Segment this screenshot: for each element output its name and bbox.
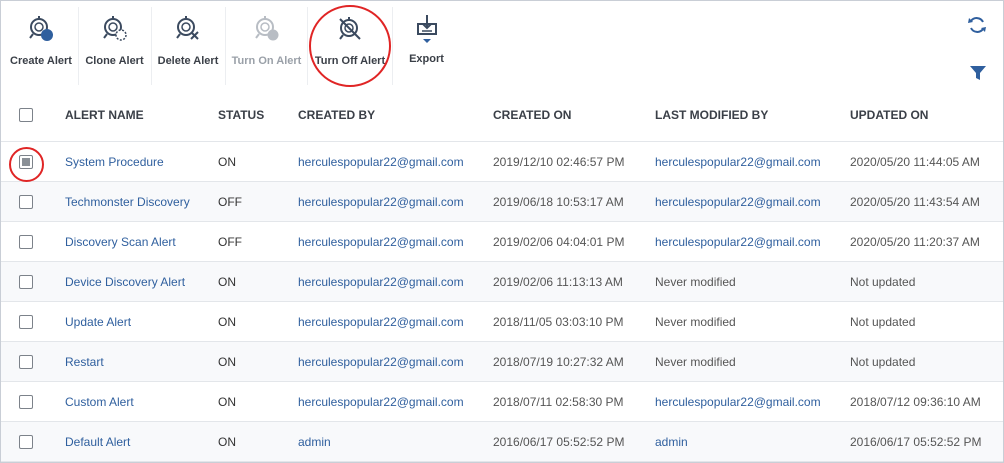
- created-by-link[interactable]: herculespopular22@gmail.com: [298, 195, 464, 209]
- table-body: System Procedure ON herculespopular22@gmai…: [1, 141, 1003, 462]
- turn-off-alert-icon: [336, 15, 364, 43]
- created-on-cell: 2018/11/05 03:03:10 PM: [493, 301, 655, 342]
- created-on-cell: 2016/06/17 05:52:52 PM: [493, 421, 655, 462]
- updated-on-cell: 2020/05/20 11:44:05 AM: [850, 141, 1003, 182]
- alert-name-link[interactable]: Device Discovery Alert: [65, 275, 185, 289]
- created-by-link[interactable]: herculespopular22@gmail.com: [298, 395, 464, 409]
- column-header-alert-name[interactable]: ALERT NAME: [53, 89, 218, 142]
- table-row[interactable]: Device Discovery Alert ON herculespopular2…: [1, 261, 1003, 302]
- toolbar: Create Alert Clone Alert Delete Alert Tu…: [1, 1, 1003, 89]
- status-cell: ON: [218, 341, 298, 382]
- status-cell: ON: [218, 261, 298, 302]
- row-checkbox[interactable]: [19, 274, 33, 289]
- created-on-cell: 2019/12/10 02:46:57 PM: [493, 141, 655, 182]
- clone-alert-icon: [101, 15, 129, 43]
- last-modified-by-cell[interactable]: admin: [655, 435, 688, 449]
- alerts-panel: Create Alert Clone Alert Delete Alert Tu…: [0, 0, 1004, 463]
- export-icon: [413, 15, 441, 43]
- last-modified-by-cell[interactable]: herculespopular22@gmail.com: [655, 155, 821, 169]
- alert-name-link[interactable]: Custom Alert: [65, 395, 134, 409]
- created-by-link[interactable]: admin: [298, 435, 331, 449]
- turn-off-alert-button[interactable]: Turn Off Alert: [311, 1, 389, 89]
- delete-alert-button[interactable]: Delete Alert: [154, 1, 222, 89]
- updated-on-cell: Not updated: [850, 261, 1003, 302]
- alert-name-link[interactable]: Discovery Scan Alert: [65, 235, 176, 249]
- created-on-cell: 2019/02/06 04:04:01 PM: [493, 221, 655, 262]
- status-cell: ON: [218, 301, 298, 342]
- status-cell: OFF: [218, 221, 298, 262]
- table-row[interactable]: Restart ON herculespopular22@gmail.com 2018…: [1, 341, 1003, 382]
- export-button[interactable]: Export: [399, 1, 454, 89]
- row-checkbox[interactable]: [19, 354, 33, 369]
- created-by-link[interactable]: herculespopular22@gmail.com: [298, 275, 464, 289]
- row-checkbox[interactable]: [19, 394, 33, 409]
- column-header-last-modified-by[interactable]: LAST MODIFIED BY: [655, 89, 850, 142]
- table-row[interactable]: Discovery Scan Alert OFF herculespopular22…: [1, 221, 1003, 262]
- column-header-status[interactable]: STATUS: [218, 89, 298, 142]
- created-on-cell: 2019/02/06 11:13:13 AM: [493, 261, 655, 302]
- alerts-table: ALERT NAME STATUS CREATED BY CREATED ON …: [1, 89, 1003, 462]
- column-header-created-on[interactable]: CREATED ON: [493, 89, 655, 142]
- table-row[interactable]: System Procedure ON herculespopular22@gmai…: [1, 141, 1003, 182]
- filter-icon[interactable]: [969, 64, 987, 87]
- status-cell: ON: [218, 381, 298, 422]
- table-row[interactable]: Custom Alert ON herculespopular22@gmail.co…: [1, 381, 1003, 422]
- alert-name-link[interactable]: System Procedure: [65, 155, 164, 169]
- row-checkbox[interactable]: [19, 234, 33, 249]
- status-cell: ON: [218, 141, 298, 182]
- alert-name-link[interactable]: Restart: [65, 355, 104, 369]
- create-alert-icon: [27, 15, 55, 43]
- updated-on-cell: Not updated: [850, 301, 1003, 342]
- status-cell: OFF: [218, 181, 298, 222]
- created-by-link[interactable]: herculespopular22@gmail.com: [298, 355, 464, 369]
- created-on-cell: 2018/07/11 02:58:30 PM: [493, 381, 655, 422]
- table-header-row: ALERT NAME STATUS CREATED BY CREATED ON …: [1, 89, 1003, 142]
- last-modified-by-cell: Never modified: [655, 274, 736, 289]
- table-row[interactable]: Techmonster Discovery OFF herculespopular2…: [1, 181, 1003, 222]
- clone-alert-button[interactable]: Clone Alert: [81, 1, 148, 89]
- turn-on-alert-icon: [253, 15, 281, 43]
- alert-name-link[interactable]: Techmonster Discovery: [65, 195, 190, 209]
- select-all-checkbox[interactable]: [19, 108, 33, 123]
- row-checkbox[interactable]: [19, 194, 33, 209]
- table-row[interactable]: Update Alert ON herculespopular22@gmail.co…: [1, 301, 1003, 342]
- updated-on-cell: 2018/07/12 09:36:10 AM: [850, 381, 1003, 422]
- updated-on-cell: 2016/06/17 05:52:52 PM: [850, 421, 1003, 462]
- refresh-icon[interactable]: [967, 15, 987, 40]
- row-checkbox[interactable]: [19, 314, 33, 329]
- row-checkbox[interactable]: [19, 434, 33, 449]
- alert-name-link[interactable]: Default Alert: [65, 435, 130, 449]
- alert-name-link[interactable]: Update Alert: [65, 315, 131, 329]
- column-header-updated-on[interactable]: UPDATED ON: [850, 89, 1003, 142]
- created-by-link[interactable]: herculespopular22@gmail.com: [298, 315, 464, 329]
- last-modified-by-cell[interactable]: herculespopular22@gmail.com: [655, 395, 821, 409]
- updated-on-cell: 2020/05/20 11:20:37 AM: [850, 221, 1003, 262]
- last-modified-by-cell[interactable]: herculespopular22@gmail.com: [655, 195, 821, 209]
- delete-alert-icon: [174, 15, 202, 43]
- last-modified-by-cell: Never modified: [655, 314, 736, 329]
- created-by-link[interactable]: herculespopular22@gmail.com: [298, 235, 464, 249]
- created-by-link[interactable]: herculespopular22@gmail.com: [298, 155, 464, 169]
- created-on-cell: 2018/07/19 10:27:32 AM: [493, 341, 655, 382]
- row-checkbox[interactable]: [19, 154, 33, 169]
- turn-on-alert-button[interactable]: Turn On Alert: [229, 1, 304, 89]
- column-header-created-by[interactable]: CREATED BY: [298, 89, 493, 142]
- last-modified-by-cell: Never modified: [655, 354, 736, 369]
- table-row[interactable]: Default Alert ON admin 2016/06/17 05:52:52 …: [1, 421, 1003, 462]
- last-modified-by-cell[interactable]: herculespopular22@gmail.com: [655, 235, 821, 249]
- created-on-cell: 2019/06/18 10:53:17 AM: [493, 181, 655, 222]
- updated-on-cell: 2020/05/20 11:43:54 AM: [850, 181, 1003, 222]
- status-cell: ON: [218, 421, 298, 462]
- updated-on-cell: Not updated: [850, 341, 1003, 382]
- create-alert-button[interactable]: Create Alert: [7, 1, 75, 89]
